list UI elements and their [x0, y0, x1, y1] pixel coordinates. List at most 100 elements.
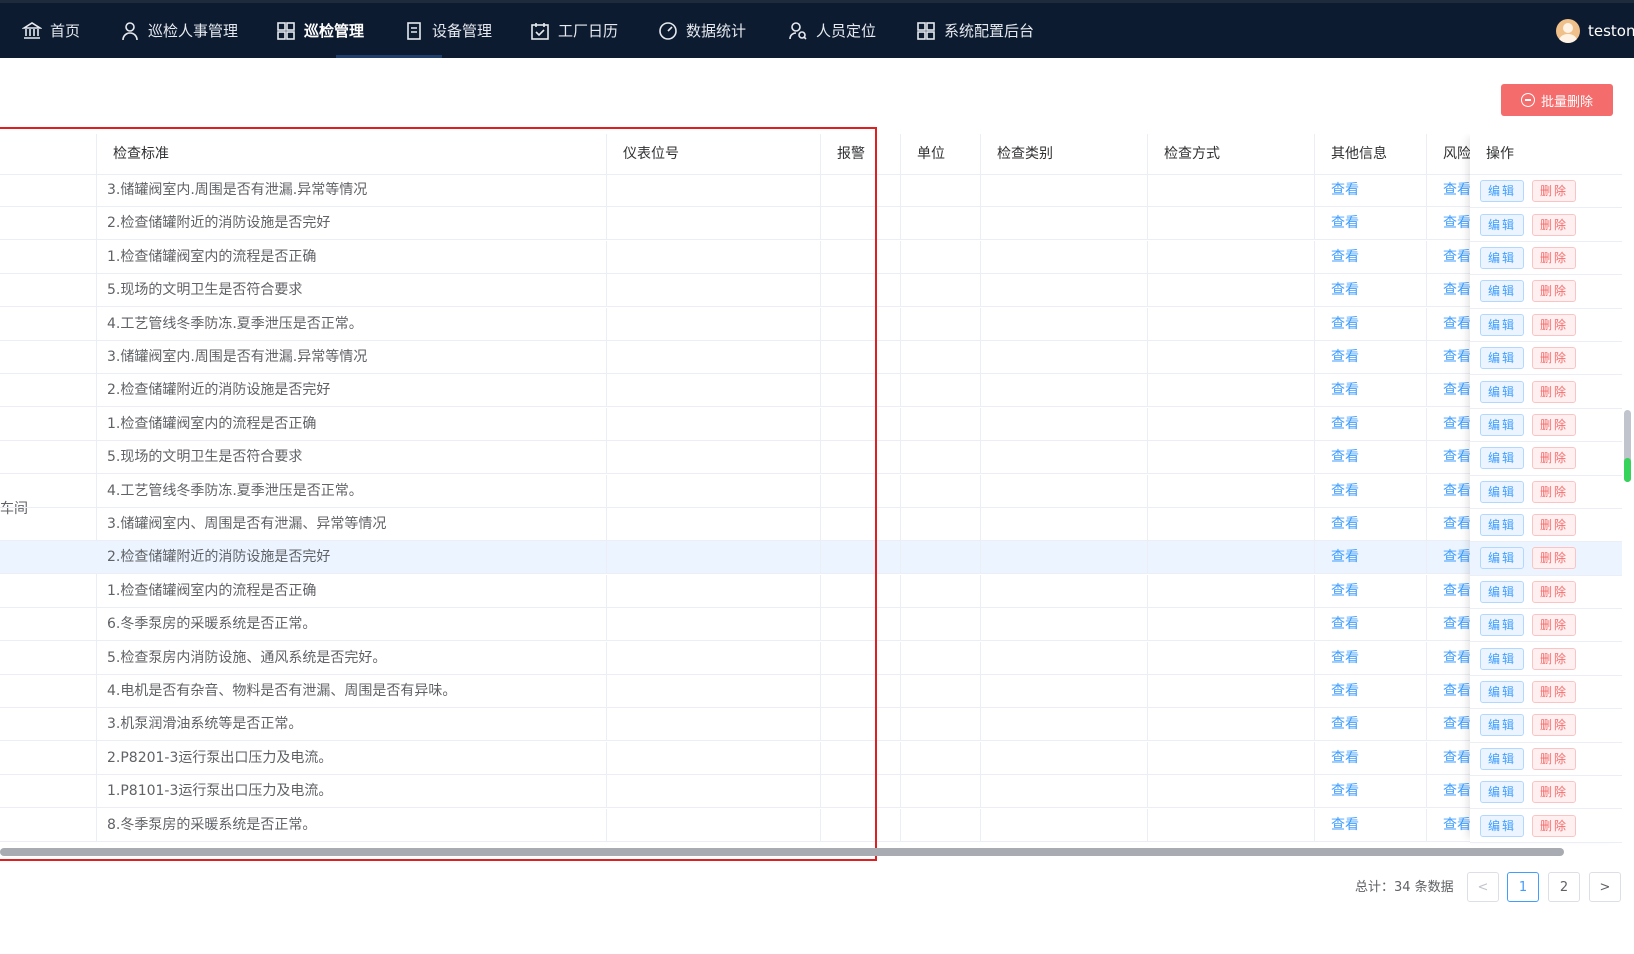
view-risk-link[interactable]: 查看 [1443, 817, 1471, 833]
view-other-link[interactable]: 查看 [1331, 349, 1359, 365]
delete-button[interactable]: 删除 [1532, 547, 1577, 570]
view-risk-link[interactable]: 查看 [1443, 750, 1471, 766]
user-menu[interactable]: testone [1556, 3, 1634, 58]
view-risk-link[interactable]: 查看 [1443, 249, 1471, 265]
nav-item-inspection[interactable]: 巡检管理 [276, 3, 364, 58]
nav-item-statistics[interactable]: 数据统计 [658, 3, 746, 58]
edit-button[interactable]: 编辑 [1480, 647, 1525, 670]
view-other-link[interactable]: 查看 [1331, 416, 1359, 432]
view-other-link[interactable]: 查看 [1331, 750, 1359, 766]
edit-button[interactable]: 编辑 [1480, 246, 1525, 269]
delete-button[interactable]: 删除 [1532, 447, 1577, 470]
delete-button[interactable]: 删除 [1532, 714, 1577, 737]
delete-button[interactable]: 删除 [1532, 580, 1577, 603]
nav-item-positioning[interactable]: 人员定位 [788, 3, 876, 58]
unit-cell [901, 441, 981, 475]
header-other: 其他信息 [1315, 134, 1427, 174]
edit-button[interactable]: 编辑 [1480, 747, 1525, 770]
delete-button[interactable]: 删除 [1532, 514, 1577, 537]
pagination-next-button[interactable]: > [1589, 872, 1621, 902]
view-risk-link[interactable]: 查看 [1443, 683, 1471, 699]
view-risk-link[interactable]: 查看 [1443, 416, 1471, 432]
pagination-page-2[interactable]: 2 [1548, 872, 1580, 902]
edit-button[interactable]: 编辑 [1480, 714, 1525, 737]
nav-label: 首页 [50, 22, 81, 40]
view-other-link[interactable]: 查看 [1331, 650, 1359, 666]
delete-button[interactable]: 删除 [1532, 647, 1577, 670]
edit-button[interactable]: 编辑 [1480, 514, 1525, 537]
view-other-link[interactable]: 查看 [1331, 683, 1359, 699]
view-risk-link[interactable]: 查看 [1443, 483, 1471, 499]
nav-item-calendar[interactable]: 工厂日历 [530, 3, 618, 58]
delete-button[interactable]: 删除 [1532, 747, 1577, 770]
view-other-link[interactable]: 查看 [1331, 215, 1359, 231]
view-risk-link[interactable]: 查看 [1443, 583, 1471, 599]
view-risk-link[interactable]: 查看 [1443, 616, 1471, 632]
view-risk-link[interactable]: 查看 [1443, 549, 1471, 565]
delete-button[interactable]: 删除 [1532, 246, 1577, 269]
delete-button[interactable]: 删除 [1532, 180, 1577, 203]
minus-circle-icon [1520, 93, 1535, 107]
view-other-link[interactable]: 查看 [1331, 316, 1359, 332]
view-risk-link[interactable]: 查看 [1443, 215, 1471, 231]
view-other-link[interactable]: 查看 [1331, 783, 1359, 799]
view-other-link[interactable]: 查看 [1331, 817, 1359, 833]
nav-item-equipment[interactable]: 设备管理 [404, 3, 492, 58]
view-other-link[interactable]: 查看 [1331, 716, 1359, 732]
view-risk-link[interactable]: 查看 [1443, 449, 1471, 465]
edit-button[interactable]: 编辑 [1480, 347, 1525, 370]
view-other-link[interactable]: 查看 [1331, 182, 1359, 198]
view-other-link[interactable]: 查看 [1331, 583, 1359, 599]
view-other-link[interactable]: 查看 [1331, 616, 1359, 632]
pagination-page-1[interactable]: 1 [1507, 872, 1539, 902]
view-other-link[interactable]: 查看 [1331, 483, 1359, 499]
edit-button[interactable]: 编辑 [1480, 580, 1525, 603]
action-row: 编辑 删除 [1470, 776, 1622, 810]
view-other-link[interactable]: 查看 [1331, 282, 1359, 298]
edit-button[interactable]: 编辑 [1480, 547, 1525, 570]
view-risk-link[interactable]: 查看 [1443, 650, 1471, 666]
delete-button[interactable]: 删除 [1532, 280, 1577, 303]
delete-button[interactable]: 删除 [1532, 781, 1577, 804]
nav-item-personnel[interactable]: 巡检人事管理 [120, 3, 238, 58]
view-risk-link[interactable]: 查看 [1443, 349, 1471, 365]
edit-button[interactable]: 编辑 [1480, 614, 1525, 637]
edit-button[interactable]: 编辑 [1480, 413, 1525, 436]
horizontal-scrollbar[interactable] [0, 848, 1564, 856]
delete-button[interactable]: 删除 [1532, 681, 1577, 704]
view-risk-link[interactable]: 查看 [1443, 516, 1471, 532]
edit-button[interactable]: 编辑 [1480, 814, 1525, 837]
delete-button[interactable]: 删除 [1532, 213, 1577, 236]
view-other-link[interactable]: 查看 [1331, 249, 1359, 265]
edit-button[interactable]: 编辑 [1480, 781, 1525, 804]
delete-button[interactable]: 删除 [1532, 480, 1577, 503]
view-risk-link[interactable]: 查看 [1443, 382, 1471, 398]
batch-delete-button[interactable]: 批量删除 [1501, 84, 1613, 116]
edit-button[interactable]: 编辑 [1480, 447, 1525, 470]
delete-button[interactable]: 删除 [1532, 614, 1577, 637]
edit-button[interactable]: 编辑 [1480, 480, 1525, 503]
edit-button[interactable]: 编辑 [1480, 213, 1525, 236]
edit-button[interactable]: 编辑 [1480, 280, 1525, 303]
view-other-link[interactable]: 查看 [1331, 516, 1359, 532]
delete-button[interactable]: 删除 [1532, 814, 1577, 837]
delete-button[interactable]: 删除 [1532, 313, 1577, 336]
edit-button[interactable]: 编辑 [1480, 681, 1525, 704]
edit-button[interactable]: 编辑 [1480, 180, 1525, 203]
delete-button[interactable]: 删除 [1532, 347, 1577, 370]
view-other-link[interactable]: 查看 [1331, 449, 1359, 465]
view-risk-link[interactable]: 查看 [1443, 716, 1471, 732]
view-other-link[interactable]: 查看 [1331, 382, 1359, 398]
view-risk-link[interactable]: 查看 [1443, 182, 1471, 198]
view-other-link[interactable]: 查看 [1331, 549, 1359, 565]
pagination-prev-button[interactable]: < [1467, 872, 1499, 902]
view-risk-link[interactable]: 查看 [1443, 316, 1471, 332]
nav-item-system-config[interactable]: 系统配置后台 [916, 3, 1034, 58]
edit-button[interactable]: 编辑 [1480, 380, 1525, 403]
delete-button[interactable]: 删除 [1532, 380, 1577, 403]
view-risk-link[interactable]: 查看 [1443, 783, 1471, 799]
view-risk-link[interactable]: 查看 [1443, 282, 1471, 298]
nav-item-home[interactable]: 首页 [22, 3, 80, 58]
delete-button[interactable]: 删除 [1532, 413, 1577, 436]
edit-button[interactable]: 编辑 [1480, 313, 1525, 336]
